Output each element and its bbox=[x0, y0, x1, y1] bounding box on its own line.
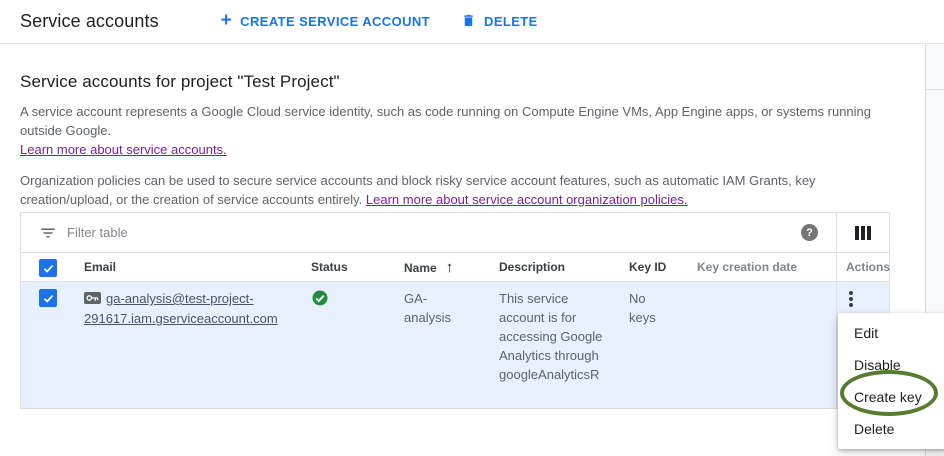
intro-paragraph: A service account represents a Google Cl… bbox=[20, 102, 886, 159]
trash-icon bbox=[461, 13, 476, 31]
menu-item-delete[interactable]: Delete bbox=[838, 413, 944, 445]
column-header-email[interactable]: Email bbox=[84, 253, 290, 282]
service-account-key-id: No keys bbox=[629, 289, 671, 327]
service-account-email-cell: ga-analysis@test-project-291617.iam.gser… bbox=[84, 289, 290, 328]
menu-item-edit[interactable]: Edit bbox=[838, 317, 944, 349]
intro-text: A service account represents a Google Cl… bbox=[20, 104, 871, 138]
row-checkbox[interactable] bbox=[39, 289, 57, 307]
service-account-key-icon bbox=[84, 292, 101, 307]
create-service-account-button[interactable]: + CREATE SERVICE ACCOUNT bbox=[221, 12, 430, 31]
column-header-key-creation-date[interactable]: Key creation date bbox=[697, 253, 797, 282]
org-policies-paragraph: Organization policies can be used to sec… bbox=[20, 171, 886, 209]
learn-more-service-accounts-link[interactable]: Learn more about service accounts. bbox=[20, 140, 227, 159]
plus-icon: + bbox=[221, 11, 233, 30]
sort-ascending-icon: ↑ bbox=[446, 259, 454, 276]
help-glyph: ? bbox=[806, 227, 813, 239]
main-content: Service accounts for project "Test Proje… bbox=[0, 44, 925, 209]
column-display-icon[interactable] bbox=[836, 213, 889, 252]
column-header-key-id[interactable]: Key ID bbox=[629, 253, 671, 282]
filter-icon bbox=[39, 224, 57, 247]
delete-button[interactable]: DELETE bbox=[461, 13, 538, 31]
column-header-description[interactable]: Description bbox=[499, 253, 607, 282]
filter-table-input[interactable] bbox=[67, 219, 447, 245]
table-row[interactable]: ga-analysis@test-project-291617.iam.gser… bbox=[21, 282, 889, 409]
create-service-account-label: CREATE SERVICE ACCOUNT bbox=[240, 14, 430, 29]
page-title: Service accounts bbox=[20, 11, 159, 32]
help-icon[interactable]: ? bbox=[801, 224, 818, 241]
section-heading: Service accounts for project "Test Proje… bbox=[20, 72, 925, 92]
side-panel-rail-top bbox=[926, 44, 944, 90]
menu-item-create-key[interactable]: Create key bbox=[838, 381, 944, 413]
row-actions-kebab-icon[interactable] bbox=[839, 287, 863, 311]
select-all-checkbox[interactable] bbox=[39, 258, 57, 277]
service-accounts-page: Service accounts + CREATE SERVICE ACCOUN… bbox=[0, 0, 944, 456]
column-header-status[interactable]: Status bbox=[311, 253, 348, 282]
top-toolbar: Service accounts + CREATE SERVICE ACCOUN… bbox=[0, 0, 944, 44]
checkbox-checked-icon bbox=[39, 289, 57, 307]
service-account-name: GA-analysis bbox=[404, 289, 460, 327]
service-account-description: This service account is for accessing Go… bbox=[499, 289, 607, 384]
delete-button-label: DELETE bbox=[484, 14, 538, 29]
menu-item-disable[interactable]: Disable bbox=[838, 349, 944, 381]
table-filter-bar: ? bbox=[21, 213, 889, 252]
actions-column-divider bbox=[836, 253, 837, 281]
column-header-name[interactable]: Name↑ bbox=[404, 253, 460, 283]
checkbox-checked-icon bbox=[39, 259, 57, 277]
column-header-actions: Actions bbox=[846, 253, 890, 282]
actions-menu: Edit Disable Create key Delete bbox=[838, 313, 944, 449]
status-enabled-icon bbox=[311, 289, 329, 312]
learn-more-org-policies-link[interactable]: Learn more about service account organiz… bbox=[366, 192, 688, 207]
table-header-row: Email Status Name↑ Description Key ID Ke… bbox=[21, 252, 889, 282]
service-accounts-table-card: ? Email Status Name↑ Description Key I bbox=[20, 212, 890, 409]
service-account-email-link[interactable]: ga-analysis@test-project-291617.iam.gser… bbox=[84, 291, 278, 326]
actions-column-divider bbox=[836, 282, 837, 408]
